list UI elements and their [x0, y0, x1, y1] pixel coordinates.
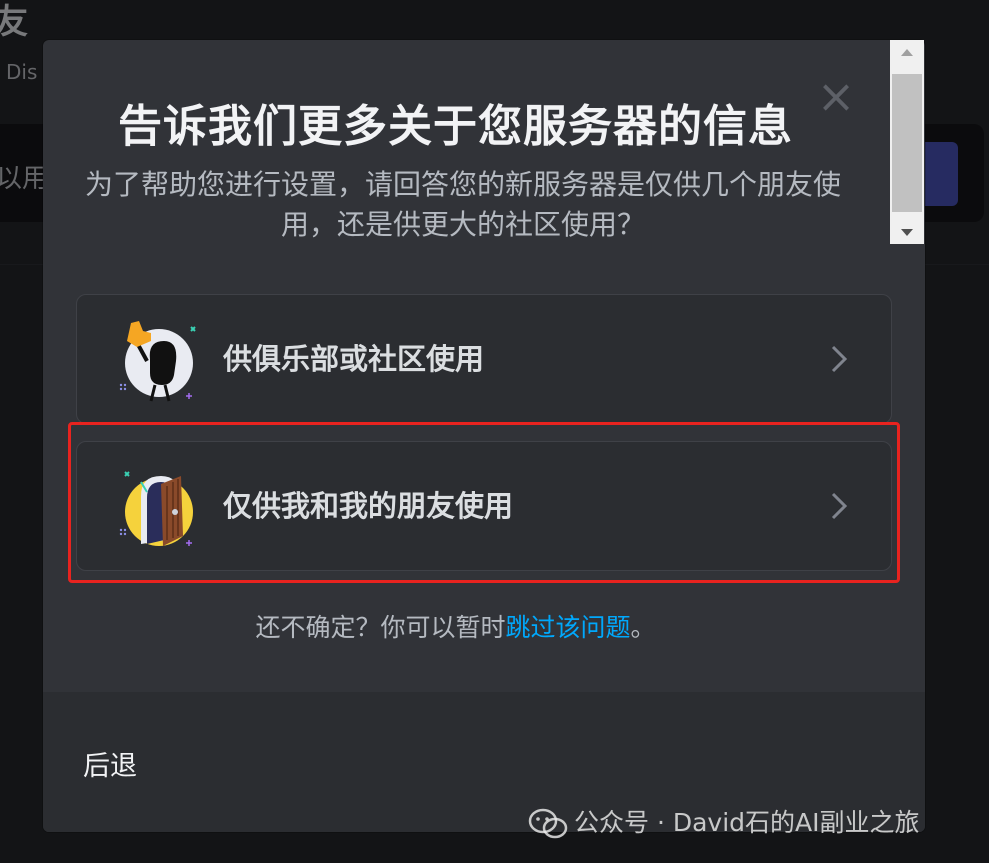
club-community-illustration-icon	[119, 321, 196, 402]
chevron-right-icon	[831, 345, 848, 373]
scrollbar[interactable]	[890, 40, 924, 244]
option-label-club-community: 供俱乐部或社区使用	[223, 342, 485, 376]
scroll-down-arrow-icon[interactable]	[890, 220, 924, 244]
option-me-and-friends[interactable]: 仅供我和我的朋友使用	[76, 441, 892, 571]
wechat-icon	[528, 808, 568, 839]
option-label-me-and-friends: 仅供我和我的朋友使用	[223, 489, 514, 523]
skip-suffix-text: 。	[630, 613, 656, 642]
skip-question-line: 还不确定？你可以暂时跳过该问题。	[43, 608, 868, 644]
back-button[interactable]: 后退	[83, 744, 137, 783]
skip-prefix-text: 还不确定？你可以暂时	[255, 613, 506, 642]
skip-question-link[interactable]: 跳过该问题	[505, 613, 630, 642]
modal-subtitle: 为了帮助您进行设置，请回答您的新服务器是仅供几个朋友使用，还是供更大的社区使用？	[84, 168, 841, 241]
scrollbar-thumb[interactable]	[892, 74, 922, 212]
create-server-modal: × 告诉我们更多关于您服务器的信息 为了帮助您进行设置，请回答您的新服务器是仅供…	[43, 40, 925, 832]
scroll-up-arrow-icon[interactable]	[890, 40, 924, 64]
friends-door-illustration-icon	[119, 471, 193, 546]
watermark-text: 公众号 · David石的AI副业之旅	[574, 808, 920, 837]
watermark: 公众号 · David石的AI副业之旅	[528, 802, 920, 844]
modal-title: 告诉我们更多关于您服务器的信息	[118, 101, 793, 152]
chevron-right-icon	[831, 492, 848, 520]
option-club-community[interactable]: 供俱乐部或社区使用	[76, 294, 892, 424]
